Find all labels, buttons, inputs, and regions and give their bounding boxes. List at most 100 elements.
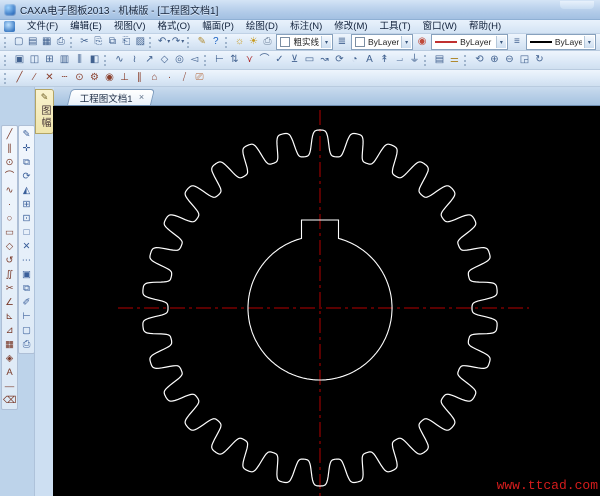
open-icon[interactable]: ▤ (26, 35, 40, 49)
layer-combo-dropdown-arrow[interactable]: ▾ (321, 36, 331, 48)
draw-rectangle-icon[interactable]: ▭ (3, 226, 16, 239)
modify-print-icon[interactable]: ⎙ (20, 338, 33, 351)
angle-bisector-icon[interactable]: ⧸ (177, 71, 192, 85)
draw-perpendicular-icon[interactable]: ⊿ (3, 324, 16, 337)
paste-special-icon[interactable]: ▨ (133, 35, 147, 49)
modify-move-icon[interactable]: ✛ (20, 142, 33, 155)
layer-print-icon[interactable]: ⎙ (261, 35, 275, 49)
draw-parallel-icon[interactable]: ∥ (3, 142, 16, 155)
view-refresh-icon[interactable]: ⟲ (472, 53, 487, 67)
chamfer-shape-icon[interactable]: ⌂ (147, 71, 162, 85)
modify-sketch-icon[interactable]: ✎ (20, 128, 33, 141)
layer-lamp-icon[interactable]: ☀ (247, 35, 261, 49)
line-angle-icon[interactable]: ∕ (27, 71, 42, 85)
layer-combo[interactable]: 粗实线 ▾ (276, 34, 333, 50)
draw-spline-icon[interactable]: ∿ (3, 184, 16, 197)
draw-point-icon[interactable]: · (3, 198, 16, 211)
draw-cut-icon[interactable]: ✂ (3, 282, 16, 295)
draw-line-icon[interactable]: ╱ (3, 128, 16, 141)
ruler-style-icon[interactable]: ⚌ (447, 53, 462, 67)
menu-tools[interactable]: 工具(T) (374, 20, 417, 33)
center-mark-icon[interactable]: ⟳ (332, 53, 347, 67)
style-manager-icon[interactable]: ▤ (432, 53, 447, 67)
pan-view-icon[interactable]: ↻ (532, 53, 547, 67)
color-combo[interactable]: ByLayer ▾ (350, 34, 414, 50)
leader-annotation-icon[interactable]: ⋎ (242, 53, 257, 67)
leader-arrow-icon[interactable]: ↗ (142, 53, 157, 67)
line-dashed-icon[interactable]: ┄ (57, 71, 72, 85)
format-brush-icon[interactable]: ⎚ (192, 71, 207, 85)
modify-pen-icon[interactable]: ✐ (20, 296, 33, 309)
menu-file[interactable]: 文件(F) (21, 20, 64, 33)
menu-help[interactable]: 帮助(H) (463, 20, 507, 33)
ole-object-icon[interactable]: ✎ (195, 35, 209, 49)
menu-dimension[interactable]: 标注(N) (284, 20, 328, 33)
modify-clip-icon[interactable]: ⧉ (20, 282, 33, 295)
check-dimension-icon[interactable]: ✓ (272, 53, 287, 67)
draw-divider-icon[interactable]: — (3, 380, 16, 393)
draw-label-icon[interactable]: ◈ (3, 352, 16, 365)
zoom-out-icon[interactable]: ⊖ (502, 53, 517, 67)
gear-generate-icon[interactable]: ⚙ (87, 71, 102, 85)
roughness-symbol-icon[interactable]: ⏗ (392, 53, 407, 67)
menu-sheet[interactable]: 幅面(P) (196, 20, 240, 33)
draw-circle-icon[interactable]: ⊙ (3, 156, 16, 169)
trace-icon[interactable]: ◎ (172, 53, 187, 67)
modify-rotate-icon[interactable]: ⟳ (20, 170, 33, 183)
ordinate-dimension-icon[interactable]: ⇅ (227, 53, 242, 67)
draw-erase-icon[interactable]: ⌫ (3, 394, 16, 407)
datum-symbol-icon[interactable]: ⊻ (287, 53, 302, 67)
zoom-window-icon[interactable]: ◲ (517, 53, 532, 67)
text-annotation-icon[interactable]: A (362, 53, 377, 67)
color-palette-icon[interactable]: ◉ (415, 35, 429, 49)
draw-text-icon[interactable]: A (3, 366, 16, 379)
menu-window[interactable]: 窗口(W) (417, 20, 463, 33)
menu-view[interactable]: 视图(V) (108, 20, 152, 33)
perpendicular-icon[interactable]: ⊥ (117, 71, 132, 85)
draw-stamp-icon[interactable]: ⊾ (3, 310, 16, 323)
document-tab[interactable]: 工程图文档1 × (67, 89, 156, 105)
tolerance-frame-icon[interactable]: ▭ (302, 53, 317, 67)
circle-center-radius-icon[interactable]: ⊙ (72, 71, 87, 85)
modify-break-icon[interactable]: ✕ (20, 240, 33, 253)
sheet-panel-tab[interactable]: ✎ 图幅 (35, 89, 54, 134)
arc-dimension-icon[interactable]: ⌒ (257, 53, 272, 67)
modify-dashdot-icon[interactable]: ⋯ (20, 254, 33, 267)
table-split-icon[interactable]: ⫼ (72, 53, 87, 67)
color-combo-dropdown-arrow[interactable]: ▾ (401, 36, 412, 48)
draw-hatch-icon[interactable]: ▦ (3, 338, 16, 351)
menu-draw[interactable]: 绘图(D) (240, 20, 284, 33)
redo-dropdown-arrow[interactable]: ▾ (181, 35, 184, 49)
draw-spiral-icon[interactable]: ↺ (3, 254, 16, 267)
redo-icon[interactable]: ↷ ▾ (171, 35, 185, 49)
print-icon[interactable]: ⎙ (54, 35, 68, 49)
layer-visibility-icon[interactable]: ☼ (233, 35, 247, 49)
draw-formula-icon[interactable]: ∬ (3, 268, 16, 281)
close-tab-icon[interactable]: × (139, 92, 144, 102)
modify-copy-icon[interactable]: ⧉ (20, 156, 33, 169)
contour-icon[interactable]: ◇ (157, 53, 172, 67)
lineweight-combo-dropdown-arrow[interactable]: ▾ (583, 36, 594, 48)
linear-dimension-icon[interactable]: ⊢ (212, 53, 227, 67)
curve-dimension-icon[interactable]: ↝ (317, 53, 332, 67)
layer-manager-icon[interactable]: ≣ (335, 35, 349, 49)
modify-zoom-frame-icon[interactable]: □ (20, 226, 33, 239)
parallel-lines-icon[interactable]: ∥ (132, 71, 147, 85)
modify-array-icon[interactable]: ⊞ (20, 198, 33, 211)
table-edit-icon[interactable]: ◧ (87, 53, 102, 67)
linetype-combo[interactable]: ByLayer ▾ (431, 34, 508, 50)
bom-table-icon[interactable]: ▥ (57, 53, 72, 67)
new-icon[interactable]: ▢ (12, 35, 26, 49)
linetype-manager-icon[interactable]: ≡ (510, 35, 524, 49)
copy-with-basepoint-icon[interactable]: ⧉ (105, 35, 119, 49)
pie-dimension-icon[interactable]: ◔ (347, 53, 362, 67)
spline-icon[interactable]: ∿ (112, 53, 127, 67)
point-tool-icon[interactable]: · (162, 71, 177, 85)
parameter-table-icon[interactable]: ⊞ (42, 53, 57, 67)
draw-polygon-icon[interactable]: ◇ (3, 240, 16, 253)
profile-icon[interactable]: ◅ (187, 53, 202, 67)
undo-dropdown-arrow[interactable]: ▾ (167, 35, 170, 49)
title-block-icon[interactable]: ◫ (27, 53, 42, 67)
modify-dimension-icon[interactable]: ⊢ (20, 310, 33, 323)
circle-rotate-icon[interactable]: ◉ (102, 71, 117, 85)
